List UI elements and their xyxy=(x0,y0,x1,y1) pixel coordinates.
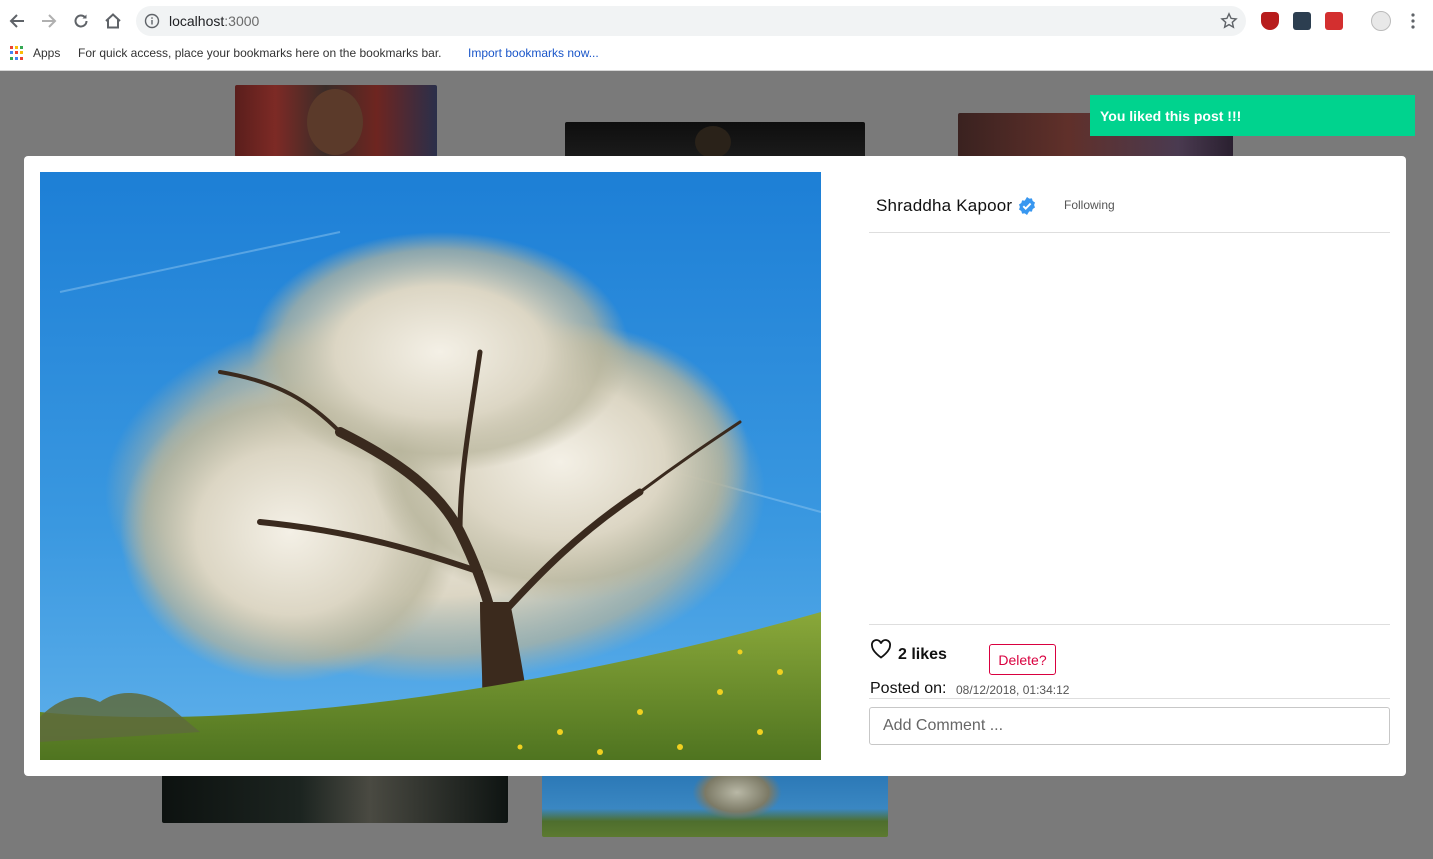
url-host: localhost xyxy=(169,13,225,29)
post-image xyxy=(40,172,821,760)
post-details: Shraddha Kapoor Following 2 likes Delete… xyxy=(869,172,1390,760)
verified-badge-icon xyxy=(1017,196,1037,221)
extension-red-icon[interactable] xyxy=(1325,12,1343,30)
comments-list xyxy=(869,233,1390,624)
extension-dark-icon[interactable] xyxy=(1293,12,1311,30)
feed-card-face xyxy=(307,89,363,155)
posted-date: 08/12/2018, 01:34:12 xyxy=(956,683,1070,697)
post-actions: 2 likes Delete? Posted on: 08/12/2018, 0… xyxy=(869,624,1390,699)
import-bookmarks-link[interactable]: Import bookmarks now... xyxy=(468,46,599,60)
forward-arrow-icon[interactable] xyxy=(36,8,62,34)
apps-grid-icon[interactable] xyxy=(10,46,24,60)
feed-card-face xyxy=(695,126,731,158)
add-comment-input[interactable] xyxy=(869,707,1390,745)
post-header: Shraddha Kapoor Following xyxy=(869,172,1390,233)
post-modal: Shraddha Kapoor Following 2 likes Delete… xyxy=(24,156,1406,776)
bookmarks-bar: Apps For quick access, place your bookma… xyxy=(0,42,1433,70)
browser-toolbar: localhost:3000 xyxy=(0,0,1433,42)
like-toast[interactable]: You liked this post !!! xyxy=(1090,95,1415,136)
menu-dots-icon[interactable] xyxy=(1405,12,1421,30)
delete-button[interactable]: Delete? xyxy=(989,644,1056,675)
ublock-extension-icon[interactable] xyxy=(1261,12,1279,30)
feed-card-tree xyxy=(692,774,782,820)
apps-link[interactable]: Apps xyxy=(33,46,60,60)
home-icon[interactable] xyxy=(100,8,126,34)
address-bar[interactable]: localhost:3000 xyxy=(136,6,1246,36)
info-icon[interactable] xyxy=(144,13,160,34)
feed-card-thumbnail xyxy=(235,85,437,157)
url-port: :3000 xyxy=(224,13,260,29)
feed-card-thumbnail xyxy=(162,774,508,823)
profile-avatar-icon[interactable] xyxy=(1371,11,1391,31)
back-arrow-icon[interactable] xyxy=(4,8,30,34)
browser-chrome: localhost:3000 Apps For quick access, pl… xyxy=(0,0,1433,71)
feed-card-thumbnail xyxy=(565,122,865,158)
following-status[interactable]: Following xyxy=(1064,198,1115,212)
likes-count: 2 likes xyxy=(898,646,947,663)
heart-icon[interactable] xyxy=(869,637,893,666)
star-icon[interactable] xyxy=(1220,12,1238,35)
reload-icon[interactable] xyxy=(68,8,94,34)
post-username[interactable]: Shraddha Kapoor xyxy=(876,196,1012,216)
feed-card-thumbnail xyxy=(542,774,888,837)
address-url: localhost:3000 xyxy=(169,13,259,29)
posted-label: Posted on: xyxy=(870,680,947,697)
bookmarks-hint: For quick access, place your bookmarks h… xyxy=(78,46,442,60)
